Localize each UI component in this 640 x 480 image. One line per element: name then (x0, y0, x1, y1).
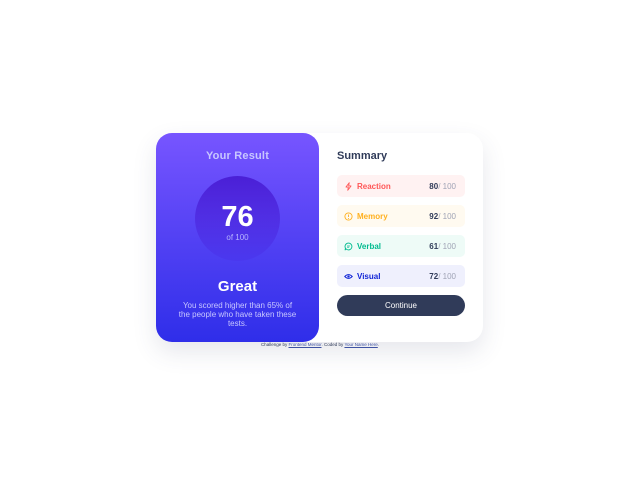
page: Your Result 76 of 100 Great You scored h… (0, 0, 640, 480)
rating-label: Great (217, 278, 258, 295)
rating-description: You scored higher than 65% of the people… (178, 301, 297, 328)
result-panel: Your Result 76 of 100 Great You scored h… (156, 133, 319, 342)
attribution-prefix: Challenge by (260, 342, 289, 347)
summary-row-verbal: Verbal 61 / 100 (337, 235, 465, 257)
summary-label-verbal: Verbal (357, 241, 382, 251)
frontend-mentor-link[interactable]: Frontend Mentor (288, 342, 321, 347)
summary-label-reaction: Reaction (357, 181, 391, 191)
summary-value-visual: 72 (429, 271, 439, 281)
lightning-icon (344, 181, 353, 191)
score-value: 76 (221, 200, 254, 233)
result-title: Your Result (205, 150, 270, 162)
summary-row-visual: Visual 72 / 100 (337, 265, 465, 287)
eye-icon (344, 272, 353, 281)
summary-max-reaction: / 100 (438, 181, 456, 191)
summary-max-verbal: / 100 (438, 241, 456, 251)
summary-max-memory: / 100 (438, 211, 456, 221)
summary-row-reaction: Reaction 80 / 100 (337, 175, 465, 197)
results-card: Your Result 76 of 100 Great You scored h… (156, 133, 483, 342)
attribution-suffix: . (377, 342, 380, 347)
summary-title: Summary (337, 150, 388, 162)
attribution: Challenge by Frontend Mentor. Coded by Y… (0, 342, 640, 347)
summary-panel: Summary Reaction 80 / 100 Memory 92 / 10… (319, 133, 483, 342)
score-circle: 76 of 100 (195, 176, 280, 261)
summary-value-memory: 92 (429, 211, 439, 221)
summary-label-memory: Memory (357, 211, 388, 221)
summary-row-memory: Memory 92 / 100 (337, 205, 465, 227)
author-link[interactable]: Your Name Here (344, 342, 377, 347)
summary-max-visual: / 100 (438, 271, 456, 281)
speech-bubble-icon (344, 242, 353, 251)
summary-label-visual: Visual (357, 271, 381, 281)
score-of: of 100 (226, 232, 249, 242)
continue-button[interactable]: Continue (337, 295, 465, 316)
summary-value-reaction: 80 (429, 181, 439, 191)
attribution-middle: . Coded by (321, 342, 345, 347)
summary-value-verbal: 61 (429, 241, 439, 251)
brain-icon (344, 211, 353, 221)
